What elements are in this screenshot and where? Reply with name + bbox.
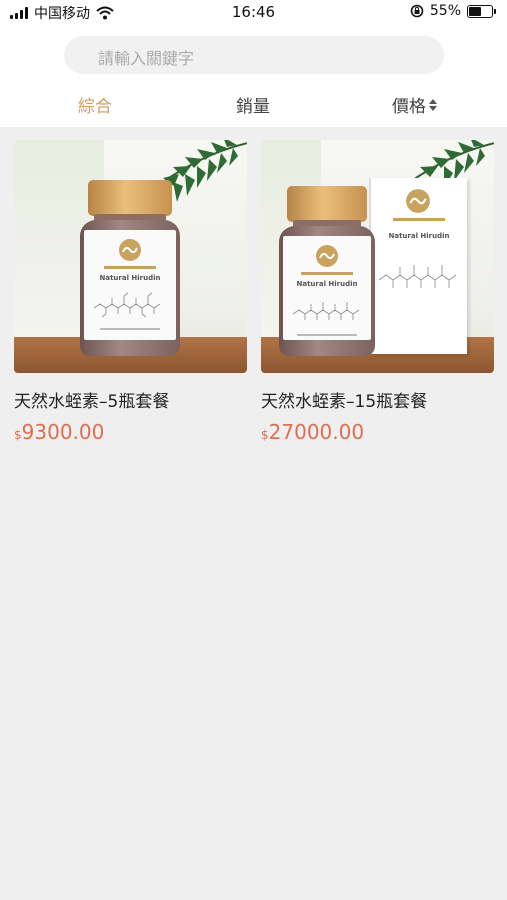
bottle-icon: Natural Hirudin bbox=[279, 186, 375, 356]
currency-symbol: $ bbox=[261, 428, 269, 442]
product-price: $27000.00 bbox=[261, 420, 494, 444]
product-title[interactable]: 天然水蛭素–15瓶套餐 bbox=[261, 387, 494, 412]
brand-logo bbox=[406, 189, 430, 213]
product-image[interactable]: Natural Hirudin Natural Hirudin bbox=[261, 140, 494, 373]
currency-symbol: $ bbox=[14, 428, 22, 442]
status-right: 55% bbox=[410, 3, 496, 19]
box-icon: Natural Hirudin bbox=[371, 178, 467, 354]
product-image[interactable]: Natural Hirudin bbox=[14, 140, 247, 373]
sort-bar: 綜合 銷量 價格 bbox=[0, 86, 507, 122]
product-title[interactable]: 天然水蛭素–5瓶套餐 bbox=[14, 387, 247, 412]
rotation-lock-icon bbox=[410, 4, 424, 18]
top-header: 中国移动 16:46 55% 請輸入關鍵字 綜合 銷量 價格 bbox=[0, 0, 507, 127]
battery-fill bbox=[469, 6, 481, 16]
price-amount: 27000.00 bbox=[268, 420, 365, 444]
product-card[interactable]: Natural Hirudin Natural Hirudin 天然水蛭素–15… bbox=[261, 140, 494, 444]
bottle-label-text: Natural Hirudin bbox=[296, 280, 358, 288]
price-amount: 9300.00 bbox=[21, 420, 105, 444]
brand-logo bbox=[119, 239, 141, 261]
battery-percent: 55% bbox=[429, 3, 461, 19]
bottle-label-text: Natural Hirudin bbox=[99, 274, 161, 282]
brand-logo bbox=[316, 245, 338, 267]
battery-icon bbox=[467, 4, 496, 18]
search-input[interactable]: 請輸入關鍵字 bbox=[64, 36, 444, 74]
search-placeholder: 請輸入關鍵字 bbox=[98, 49, 195, 68]
molecule-diagram bbox=[292, 302, 360, 320]
product-price: $9300.00 bbox=[14, 420, 247, 444]
status-bar: 中国移动 16:46 55% bbox=[0, 0, 507, 26]
tab-sales[interactable]: 銷量 bbox=[236, 92, 270, 117]
molecule-diagram bbox=[93, 292, 161, 318]
tab-comprehensive[interactable]: 綜合 bbox=[78, 92, 112, 117]
sort-arrows-icon bbox=[429, 98, 437, 111]
tab-price[interactable]: 價格 bbox=[392, 92, 438, 117]
product-card[interactable]: Natural Hirudin 天然水蛭素–5瓶套餐 $9300.00 bbox=[14, 140, 247, 444]
bottle-icon: Natural Hirudin bbox=[80, 180, 180, 356]
tab-price-label: 價格 bbox=[392, 97, 426, 117]
molecule-diagram bbox=[378, 265, 457, 288]
box-label-text: Natural Hirudin bbox=[388, 232, 450, 240]
